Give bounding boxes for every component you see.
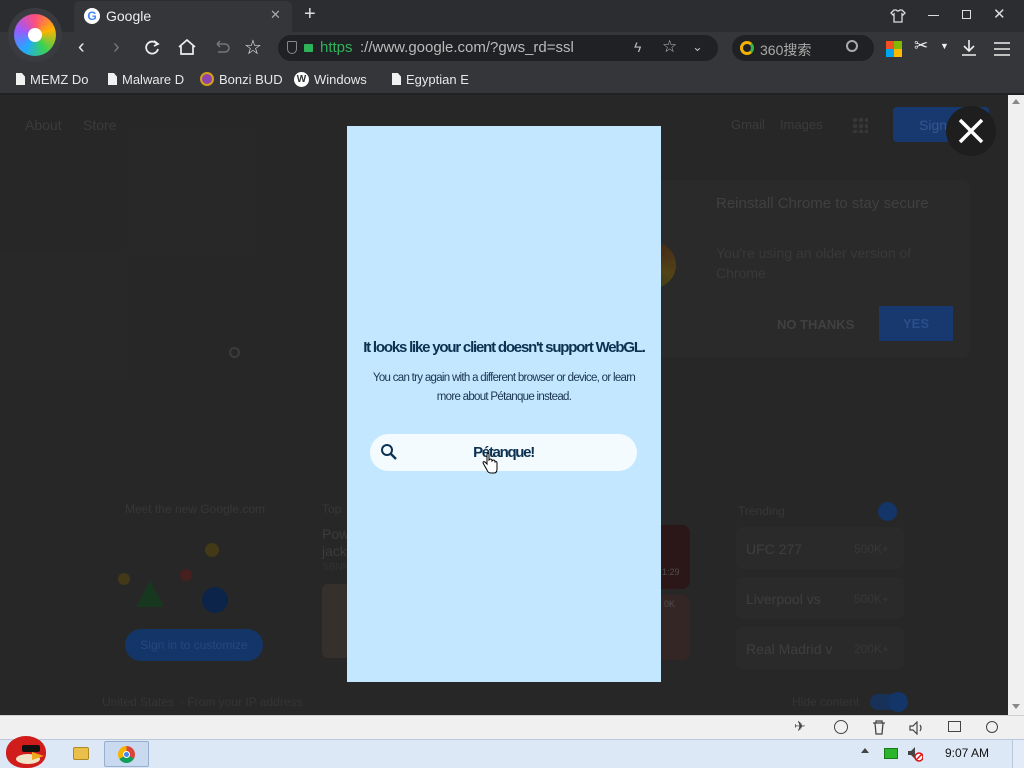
360-search-icon xyxy=(740,41,754,55)
chrome-icon xyxy=(118,745,135,763)
forward-icon[interactable]: › xyxy=(113,36,120,59)
new-tab-icon[interactable]: + xyxy=(304,3,316,26)
bookmarks-bar: MEMZ Do Malware D Bonzi BUD W Windows Egy… xyxy=(0,64,1024,94)
bookmark-memz[interactable]: MEMZ Do xyxy=(16,70,94,88)
bookmark-label: Bonzi BUD xyxy=(219,71,283,87)
chevron-down-icon[interactable]: ⌄ xyxy=(692,39,703,55)
wordpress-icon: W xyxy=(294,71,309,87)
undo-icon[interactable] xyxy=(212,40,230,56)
tab-title: Google xyxy=(106,8,152,24)
file-explorer-icon[interactable] xyxy=(73,747,89,760)
back-icon[interactable]: ‹ xyxy=(78,36,85,59)
bookmark-windows[interactable]: W Windows xyxy=(294,70,376,88)
menu-icon[interactable] xyxy=(993,41,1011,57)
close-window-icon[interactable]: ✕ xyxy=(993,5,1006,23)
browser-status-bar: ✈ xyxy=(0,715,1024,739)
trash-icon[interactable] xyxy=(872,720,886,735)
star-bookmark-icon[interactable]: ☆ xyxy=(244,35,262,60)
download-icon[interactable] xyxy=(960,39,978,57)
scroll-down-icon[interactable] xyxy=(1012,704,1020,709)
close-icon xyxy=(958,118,984,144)
page-icon xyxy=(108,73,117,85)
hand-cursor-icon xyxy=(482,453,498,474)
scroll-up-icon[interactable] xyxy=(1012,99,1020,104)
restore-icon[interactable] xyxy=(962,10,971,19)
close-overlay-button[interactable] xyxy=(946,106,996,156)
dropdown-caret-icon[interactable]: ▼ xyxy=(940,41,949,51)
volume-muted-icon[interactable] xyxy=(907,746,924,762)
clock-time[interactable]: 9:07 AM xyxy=(945,746,989,760)
modal-body: You can try again with a different brows… xyxy=(372,372,636,403)
bonzi-buddy-icon xyxy=(200,72,214,86)
modal-title: It looks like your client doesn't suppor… xyxy=(363,339,646,356)
webgl-modal: It looks like your client doesn't suppor… xyxy=(347,126,661,682)
tab-google[interactable]: G Google ✕ xyxy=(74,1,292,32)
browser-logo-icon[interactable] xyxy=(8,8,62,62)
bookmark-label: Windows xyxy=(314,71,367,87)
minimize-icon[interactable] xyxy=(928,15,939,16)
start-button-angry-bird-icon[interactable] xyxy=(2,732,48,768)
bookmark-label: Egyptian E xyxy=(406,71,469,87)
bookmark-bonzi[interactable]: Bonzi BUD xyxy=(200,70,284,88)
battery-icon[interactable] xyxy=(884,748,898,759)
chrome-taskbar-button[interactable] xyxy=(104,741,149,767)
bolt-icon[interactable]: ϟ xyxy=(634,39,641,55)
shirt-icon[interactable] xyxy=(890,8,906,24)
petanque-search-label: Pétanque! xyxy=(473,444,535,461)
lock-icon xyxy=(304,44,313,52)
google-favicon-icon: G xyxy=(84,8,100,24)
bookmark-label: MEMZ Do xyxy=(30,71,89,87)
search-box[interactable]: 360搜索 xyxy=(732,35,874,61)
bookmark-malware[interactable]: Malware D xyxy=(108,70,190,88)
petanque-search-button[interactable]: Pétanque! xyxy=(370,434,637,471)
shield-icon xyxy=(287,41,297,54)
home-icon[interactable] xyxy=(177,38,197,56)
navigation-bar: ‹ › ☆ https ://www.google.com/?gws_rd=ss… xyxy=(0,32,1024,64)
favorite-star-icon[interactable]: ☆ xyxy=(662,37,677,57)
scissors-icon[interactable]: ✂ xyxy=(914,36,928,56)
bookmark-label: Malware D xyxy=(122,71,185,87)
zoom-icon[interactable] xyxy=(986,721,998,733)
speed-icon[interactable] xyxy=(834,720,848,734)
reload-icon[interactable] xyxy=(143,39,161,57)
apps-icon[interactable] xyxy=(886,41,902,57)
page-icon xyxy=(392,73,401,85)
bookmark-egyptian[interactable]: Egyptian E xyxy=(392,70,474,88)
show-hidden-icons-icon[interactable] xyxy=(861,748,869,753)
page-icon xyxy=(16,73,25,85)
show-desktop-button[interactable] xyxy=(1012,740,1024,768)
window-icon[interactable] xyxy=(948,721,961,732)
url-scheme: https xyxy=(320,39,353,56)
volume-icon[interactable] xyxy=(909,721,925,735)
vertical-scrollbar[interactable] xyxy=(1008,95,1024,715)
url-text: ://www.google.com/?gws_rd=ssl xyxy=(360,39,574,56)
tab-close-icon[interactable]: ✕ xyxy=(270,7,281,23)
search-icon[interactable] xyxy=(846,40,858,52)
windows-taskbar: 9:07 AM xyxy=(0,736,1024,768)
tab-bar: G Google ✕ + ✕ xyxy=(0,0,1024,62)
search-placeholder: 360搜索 xyxy=(760,42,812,58)
rocket-icon[interactable]: ✈ xyxy=(794,718,806,735)
address-bar[interactable]: https ://www.google.com/?gws_rd=ssl ϟ ☆ … xyxy=(278,35,718,61)
